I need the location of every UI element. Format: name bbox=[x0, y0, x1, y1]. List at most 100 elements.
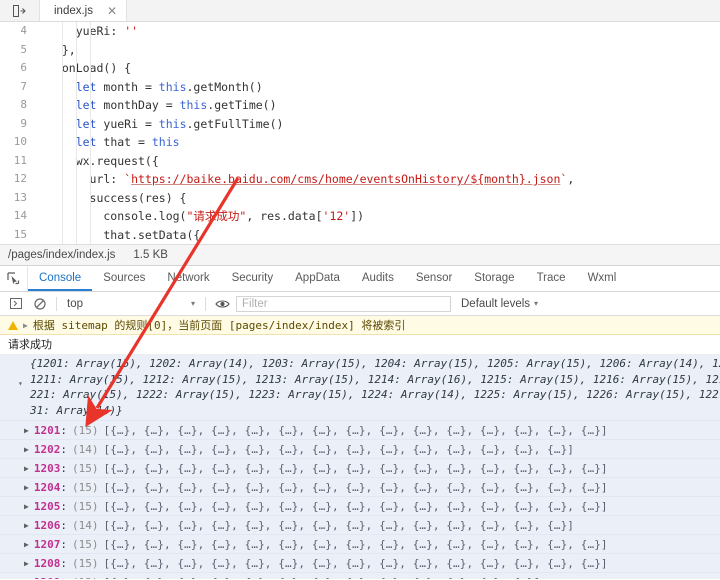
live-expression-button[interactable] bbox=[210, 299, 234, 309]
code-line: 9 let yueRi = this.getFullTime() bbox=[0, 114, 720, 133]
console-warning-message[interactable]: ▶ 根据 sitemap 的规则[0]，当前页面 [pages/index/in… bbox=[0, 316, 720, 335]
row-values: [{…}, {…}, {…}, {…}, {…}, {…}, {…}, {…},… bbox=[103, 499, 608, 513]
row-colon: : bbox=[60, 442, 67, 456]
row-colon: : bbox=[60, 499, 67, 513]
editor-tab-index-js[interactable]: index.js ✕ bbox=[40, 0, 128, 21]
line-number: 6 bbox=[0, 59, 34, 78]
row-key: 1207 bbox=[33, 537, 61, 551]
code-token-kw: let bbox=[75, 116, 97, 131]
code-token-url: https://baike.baidu.com/cms/home/eventsO… bbox=[131, 172, 561, 186]
line-number: 13 bbox=[0, 188, 34, 207]
tab-console[interactable]: Console bbox=[28, 266, 93, 291]
code-token-pun: monthDay = bbox=[96, 98, 180, 112]
row-length: (14) bbox=[71, 442, 99, 456]
tab-trace[interactable]: Trace bbox=[526, 266, 577, 291]
console-object-row[interactable]: ▶ 1203: (15) [{…}, {…}, {…}, {…}, {…}, {…},… bbox=[0, 459, 720, 478]
console-sidebar-button[interactable] bbox=[4, 298, 28, 309]
tab-audits[interactable]: Audits bbox=[351, 266, 405, 291]
row-expand-caret-icon[interactable]: ▶ bbox=[24, 559, 29, 568]
close-icon[interactable]: ✕ bbox=[107, 5, 117, 17]
row-values: [{…}, {…}, {…}, {…}, {…}, {…}, {…}, {…},… bbox=[103, 518, 575, 532]
code-token-pun: console.log( bbox=[48, 209, 187, 223]
warning-triangle-icon bbox=[8, 320, 18, 330]
devtools-panel: Console Sources Network Security AppData Audi… bbox=[0, 266, 720, 579]
code-line: 7 let month = this.getMonth() bbox=[0, 77, 720, 96]
tab-appdata[interactable]: AppData bbox=[284, 266, 351, 291]
row-expand-caret-icon[interactable]: ▶ bbox=[24, 521, 29, 530]
console-warning-text: 根据 sitemap 的规则[0]，当前页面 [pages/index/inde… bbox=[32, 319, 406, 332]
row-colon: : bbox=[60, 480, 67, 494]
console-object-row[interactable]: ▶ 1205: (15) [{…}, {…}, {…}, {…}, {…}, {…},… bbox=[0, 497, 720, 516]
tab-sources[interactable]: Sources bbox=[92, 266, 156, 291]
console-filter-input[interactable]: Filter bbox=[236, 295, 451, 312]
code-token-kw2: this bbox=[179, 98, 208, 112]
code-editor[interactable]: 4 yueRi: '' 5 }, 6 onLoad() {7 let month =… bbox=[0, 22, 720, 244]
line-number: 8 bbox=[0, 96, 34, 115]
expand-caret-icon[interactable]: ▶ bbox=[23, 321, 28, 330]
code-token-str: '' bbox=[124, 24, 139, 38]
row-expand-caret-icon[interactable]: ▶ bbox=[24, 426, 29, 435]
object-expand-caret-icon[interactable]: ▾ bbox=[18, 379, 23, 388]
row-values: [{…}, {…}, {…}, {…}, {…}, {…}, {…}, {…},… bbox=[103, 576, 540, 580]
code-token-pun: that.setData({ bbox=[48, 227, 201, 242]
show-console-sidebar-icon bbox=[10, 298, 22, 309]
clear-console-button[interactable] bbox=[28, 297, 52, 310]
console-context-label: top bbox=[67, 297, 83, 310]
row-key: 1205 bbox=[33, 499, 61, 513]
row-expand-caret-icon[interactable]: ▶ bbox=[24, 540, 29, 549]
row-colon: : bbox=[60, 423, 67, 437]
console-levels-selector[interactable]: Default levels ▾ bbox=[461, 298, 538, 310]
console-toolbar: top ▾ Filter Default levels ▾ bbox=[0, 292, 720, 316]
code-token-pun: , bbox=[567, 172, 575, 186]
wechat-devtools-window: index.js ✕ 4 yueRi: '' 5 }, 6 onLoad() {7 … bbox=[0, 0, 720, 580]
code-text: that.setData({ bbox=[46, 226, 200, 245]
panel-toggle-button[interactable] bbox=[0, 0, 40, 21]
tab-sensor[interactable]: Sensor bbox=[405, 266, 463, 291]
line-number: 4 bbox=[0, 22, 34, 41]
console-object-row[interactable]: ▶ 1202: (14) [{…}, {…}, {…}, {…}, {…}, {…},… bbox=[0, 440, 720, 459]
row-values: [{…}, {…}, {…}, {…}, {…}, {…}, {…}, {…},… bbox=[103, 442, 575, 456]
console-context-selector[interactable]: top ▾ bbox=[61, 298, 201, 310]
code-token-pun: .getFullTime() bbox=[186, 116, 284, 131]
code-token-pun: success(res) { bbox=[48, 190, 187, 205]
console-object-row[interactable]: ▶ 1207: (15) [{…}, {…}, {…}, {…}, {…}, {…},… bbox=[0, 535, 720, 554]
inspect-element-button[interactable] bbox=[0, 266, 28, 291]
chevron-down-icon: ▾ bbox=[190, 299, 195, 308]
toolbar-divider-2 bbox=[205, 296, 206, 311]
row-expand-caret-icon[interactable]: ▶ bbox=[24, 445, 29, 454]
row-key: 1209 bbox=[34, 576, 61, 580]
row-key: 1203 bbox=[33, 461, 61, 475]
row-length: (15) bbox=[71, 423, 99, 437]
row-expand-caret-icon[interactable]: ▶ bbox=[24, 578, 29, 580]
console-object-row[interactable]: ▶ 1204: (15) [{…}, {…}, {…}, {…}, {…}, {…},… bbox=[0, 478, 720, 497]
row-expand-caret-icon[interactable]: ▶ bbox=[24, 464, 29, 473]
row-colon: : bbox=[60, 518, 67, 532]
row-expand-caret-icon[interactable]: ▶ bbox=[24, 483, 29, 492]
row-expand-caret-icon[interactable]: ▶ bbox=[24, 502, 29, 511]
tab-wxml[interactable]: Wxml bbox=[577, 266, 628, 291]
console-object-preview[interactable]: ▾ {1201: Array(15), 1202: Array(14), 120… bbox=[0, 355, 720, 421]
console-object-rows: ▶ 1201: (15) [{…}, {…}, {…}, {…}, {…}, {…},… bbox=[0, 421, 720, 579]
line-number: 12 bbox=[0, 170, 34, 189]
code-line: 8 let monthDay = this.getTime() bbox=[0, 96, 720, 115]
row-key: 1201 bbox=[33, 423, 61, 437]
row-length: (15) bbox=[71, 556, 99, 570]
row-values: [{…}, {…}, {…}, {…}, {…}, {…}, {…}, {…},… bbox=[103, 480, 608, 494]
console-output[interactable]: ▶ 根据 sitemap 的规则[0]，当前页面 [pages/index/in… bbox=[0, 316, 720, 579]
tab-network[interactable]: Network bbox=[156, 266, 220, 291]
code-line: 11 wx.request({ bbox=[0, 151, 720, 170]
row-colon: : bbox=[60, 461, 67, 475]
tab-security[interactable]: Security bbox=[221, 266, 285, 291]
editor-status-bar: /pages/index/index.js 1.5 KB bbox=[0, 244, 720, 266]
line-number: 14 bbox=[0, 207, 34, 226]
tab-storage[interactable]: Storage bbox=[463, 266, 525, 291]
row-length: (15) bbox=[71, 480, 99, 494]
console-object-row[interactable]: ▶ 1206: (14) [{…}, {…}, {…}, {…}, {…}, {…},… bbox=[0, 516, 720, 535]
code-text: console.log("请求成功", res.data['12']) bbox=[46, 207, 364, 226]
console-object-row[interactable]: ▶ 1209: (13) [{…}, {…}, {…}, {…}, {…}, {…},… bbox=[0, 573, 720, 580]
console-object-row[interactable]: ▶ 1208: (15) [{…}, {…}, {…}, {…}, {…}, {…},… bbox=[0, 554, 720, 573]
console-object-row[interactable]: ▶ 1201: (15) [{…}, {…}, {…}, {…}, {…}, {…},… bbox=[0, 421, 720, 440]
console-levels-label: Default levels bbox=[461, 297, 531, 310]
code-token-str: '12' bbox=[322, 209, 351, 223]
code-token-pun: , res.data[ bbox=[246, 209, 323, 223]
